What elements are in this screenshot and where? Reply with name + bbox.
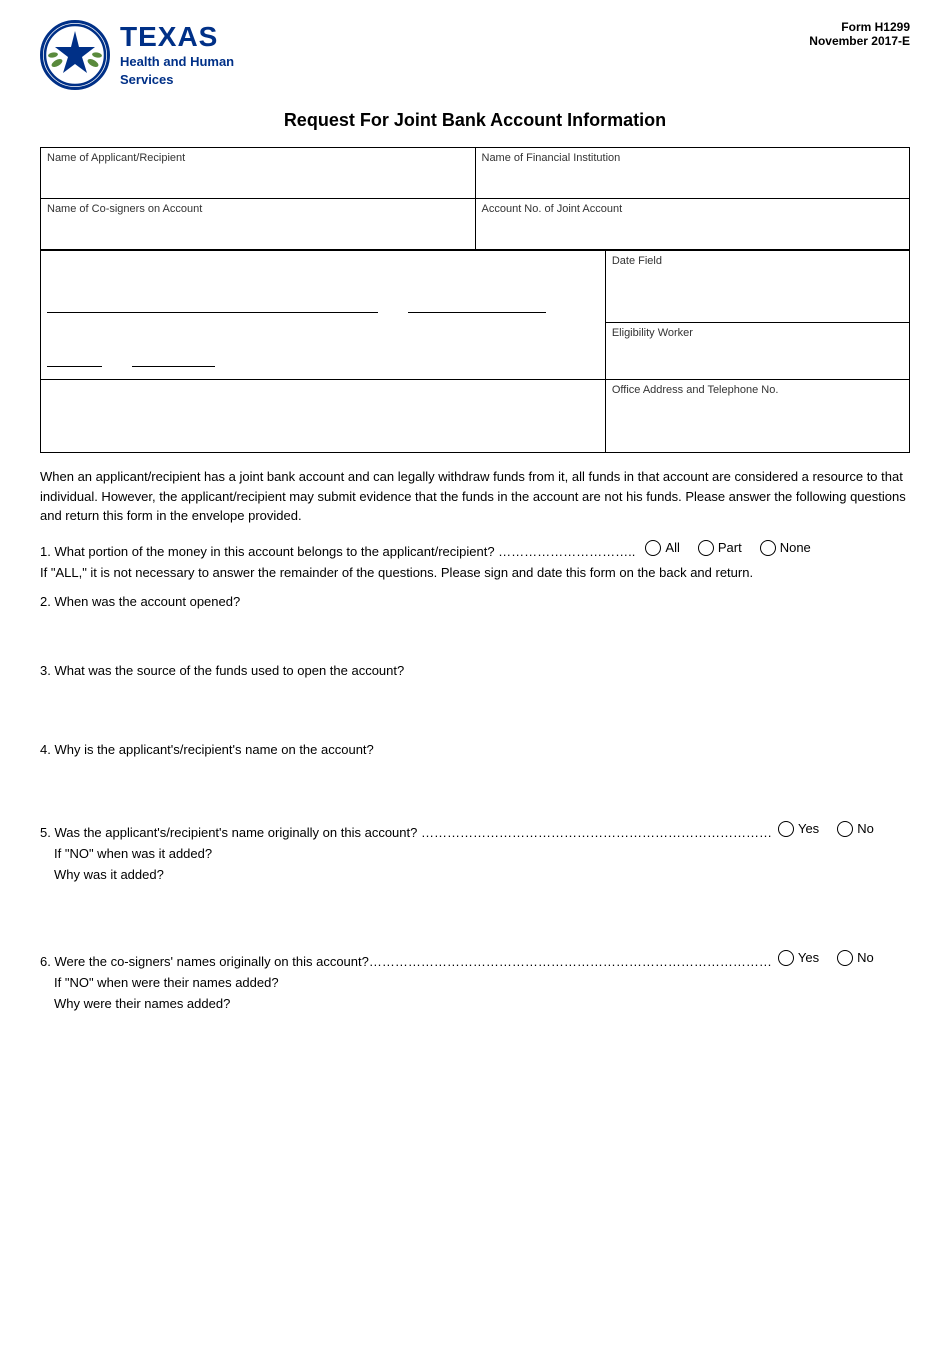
applicant-value <box>47 166 469 194</box>
cosigners-value <box>47 217 469 245</box>
cosigners-field-cell: Name of Co-signers on Account <box>41 199 476 250</box>
eligibility-worker-label: Eligibility Worker <box>612 327 903 339</box>
empty-left-cell <box>41 380 606 453</box>
q1-options: All Part None <box>645 540 810 556</box>
logo-circle <box>40 20 110 90</box>
q1-option-part[interactable]: Part <box>698 540 742 556</box>
q5-answer <box>40 896 910 936</box>
logo-area: TEXAS Health and Human Services <box>40 20 234 90</box>
question-6-row: 6. Were the co-signers' names originally… <box>40 950 910 969</box>
q5-option-yes[interactable]: Yes <box>778 821 819 837</box>
q5-text: 5. Was the applicant's/recipient's name … <box>40 825 772 840</box>
q1-subnote: If "ALL," it is not necessary to answer … <box>40 565 910 580</box>
date-field-label: Date Field <box>612 255 903 267</box>
address-sig-table: Date Field Eligibility Worker Office Add… <box>40 250 910 453</box>
form-date: November 2017-E <box>809 34 910 48</box>
question-1: 1. What portion of the money in this acc… <box>40 540 910 580</box>
date-field-cell: Date Field <box>605 251 909 323</box>
financial-institution-value <box>482 166 904 194</box>
q5-if-no-label: If "NO" when was it added? <box>54 846 910 861</box>
question-4: 4. Why is the applicant's/recipient's na… <box>40 742 910 807</box>
q5-radio-yes[interactable] <box>778 821 794 837</box>
eligibility-worker-cell: Eligibility Worker <box>605 322 909 380</box>
form-info: Form H1299 November 2017-E <box>809 20 910 48</box>
q5-options: Yes No <box>778 821 874 837</box>
q1-option-none[interactable]: None <box>760 540 811 556</box>
top-fields-table: Name of Applicant/Recipient Name of Fina… <box>40 147 910 250</box>
q2-text: 2. When was the account opened? <box>40 594 910 609</box>
question-5-row: 5. Was the applicant's/recipient's name … <box>40 821 910 840</box>
q6-option-yes[interactable]: Yes <box>778 950 819 966</box>
q1-num: 1. What portion of the money in this acc… <box>40 544 635 559</box>
q3-text: 3. What was the source of the funds used… <box>40 663 910 678</box>
page-header: TEXAS Health and Human Services Form H12… <box>40 20 910 90</box>
account-no-value <box>482 217 904 245</box>
question-3: 3. What was the source of the funds used… <box>40 663 910 728</box>
question-2: 2. When was the account opened? <box>40 594 910 649</box>
q6-option-no[interactable]: No <box>837 950 874 966</box>
q1-radio-part[interactable] <box>698 540 714 556</box>
q4-text: 4. Why is the applicant's/recipient's na… <box>40 742 910 757</box>
page-title: Request For Joint Bank Account Informati… <box>40 110 910 131</box>
question-6: 6. Were the co-signers' names originally… <box>40 950 910 1055</box>
financial-institution-field-cell: Name of Financial Institution <box>475 148 910 199</box>
signature-left-cell <box>41 251 606 380</box>
q4-answer <box>40 757 910 807</box>
q6-text: 6. Were the co-signers' names originally… <box>40 954 772 969</box>
q6-options: Yes No <box>778 950 874 966</box>
logo-text: TEXAS Health and Human Services <box>120 21 234 89</box>
texas-seal-icon <box>43 23 107 87</box>
q3-answer <box>40 678 910 728</box>
office-address-label: Office Address and Telephone No. <box>612 384 903 396</box>
office-address-cell: Office Address and Telephone No. <box>605 380 909 453</box>
account-no-field-cell: Account No. of Joint Account <box>475 199 910 250</box>
q2-answer <box>40 609 910 649</box>
texas-label: TEXAS <box>120 21 234 53</box>
q1-option-all[interactable]: All <box>645 540 679 556</box>
q5-radio-no[interactable] <box>837 821 853 837</box>
body-text: When an applicant/recipient has a joint … <box>40 467 910 526</box>
account-no-label: Account No. of Joint Account <box>482 203 904 215</box>
q6-radio-yes[interactable] <box>778 950 794 966</box>
q6-answer <box>40 1025 910 1055</box>
financial-institution-label: Name of Financial Institution <box>482 152 904 164</box>
q6-if-no-label: If "NO" when were their names added? <box>54 975 910 990</box>
question-5: 5. Was the applicant's/recipient's name … <box>40 821 910 936</box>
cosigners-label: Name of Co-signers on Account <box>47 203 469 215</box>
form-id: Form H1299 <box>809 20 910 34</box>
q5-why-label: Why was it added? <box>54 867 910 882</box>
applicant-label: Name of Applicant/Recipient <box>47 152 469 164</box>
q5-option-no[interactable]: No <box>837 821 874 837</box>
question-1-row: 1. What portion of the money in this acc… <box>40 540 910 559</box>
applicant-field-cell: Name of Applicant/Recipient <box>41 148 476 199</box>
q1-radio-all[interactable] <box>645 540 661 556</box>
q1-radio-none[interactable] <box>760 540 776 556</box>
q6-radio-no[interactable] <box>837 950 853 966</box>
org-subtitle: Health and Human Services <box>120 53 234 89</box>
q6-why-label: Why were their names added? <box>54 996 910 1011</box>
